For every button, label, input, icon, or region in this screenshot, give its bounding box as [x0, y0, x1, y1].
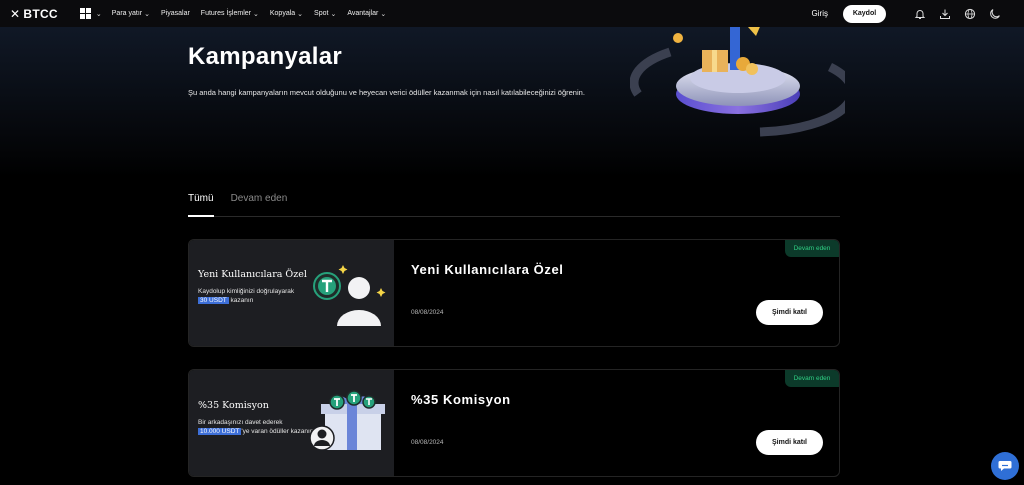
menu-item-benefits[interactable]: Avantajlar ⌄	[347, 10, 386, 18]
campaign-thumbnail: Yeni Kullanıcılara Özel Kaydolup kimliği…	[189, 240, 394, 346]
campaign-card[interactable]: Yeni Kullanıcılara Özel Kaydolup kimliği…	[188, 239, 840, 347]
tab-ongoing[interactable]: Devam eden	[231, 193, 288, 217]
apps-menu-button[interactable]: ⌄	[79, 8, 102, 19]
page-subtitle: Şu anda hangi kampanyaların mevcut olduğ…	[188, 88, 585, 97]
grid-icon	[79, 8, 91, 19]
download-icon[interactable]	[939, 8, 951, 20]
hero-podium-illustration	[630, 22, 845, 137]
main-menu: Para yatır ⌄ Piyasalar Futures İşlemler ⌄ …	[112, 10, 397, 18]
status-badge: Devam eden	[785, 370, 839, 387]
btcc-logo[interactable]: ✕ BTCC	[10, 7, 58, 21]
campaign-title: %35 Komisyon	[411, 392, 511, 407]
gift-box-illustration	[309, 390, 385, 451]
campaign-date: 08/08/2024	[411, 309, 444, 316]
thumb-description: Bir arkadaşınızı davet ederek 10.000 USD…	[198, 419, 314, 435]
campaign-tabs: Tümü Devam eden	[188, 193, 840, 217]
bell-icon[interactable]	[914, 8, 926, 20]
menu-item-futures[interactable]: Futures İşlemler ⌄	[201, 10, 259, 18]
chevron-down-icon: ⌄	[297, 10, 304, 18]
chevron-down-icon: ⌄	[330, 10, 337, 18]
nav-actions: Giriş Kaydol	[812, 4, 1014, 23]
btcc-x-icon: ✕	[10, 6, 21, 21]
tab-all[interactable]: Tümü	[188, 193, 214, 217]
signup-button[interactable]: Kaydol	[843, 4, 886, 23]
campaign-card[interactable]: %35 Komisyon Bir arkadaşınızı davet eder…	[188, 369, 840, 477]
status-badge: Devam eden	[785, 240, 839, 257]
top-navbar: ✕ BTCC ⌄ Para yatır ⌄ Piyasalar Futures İ…	[0, 0, 1024, 27]
brand-name: BTCC	[23, 6, 58, 21]
chevron-down-icon: ⌄	[380, 10, 387, 18]
menu-item-spot[interactable]: Spot ⌄	[314, 10, 336, 18]
thumb-title: %35 Komisyon	[198, 400, 269, 411]
menu-item-deposit[interactable]: Para yatır ⌄	[112, 10, 150, 18]
chevron-down-icon: ⌄	[95, 10, 102, 18]
new-user-illustration	[313, 265, 386, 326]
moon-icon[interactable]	[989, 8, 1001, 20]
login-link[interactable]: Giriş	[812, 9, 828, 18]
page-title: Kampanyalar	[188, 43, 343, 70]
reward-highlight: 10.000 USDT	[198, 428, 242, 435]
globe-icon[interactable]	[964, 8, 976, 20]
thumb-title: Yeni Kullanıcılara Özel	[198, 269, 307, 280]
campaign-thumbnail: %35 Komisyon Bir arkadaşınızı davet eder…	[189, 370, 394, 476]
menu-item-copy[interactable]: Kopyala ⌄	[270, 10, 303, 18]
campaign-date: 08/08/2024	[411, 439, 444, 446]
reward-highlight: 30 USDT	[198, 297, 229, 304]
campaign-title: Yeni Kullanıcılara Özel	[411, 262, 564, 277]
thumb-description: Kaydolup kimliğinizi doğrulayarak 30 USD…	[198, 288, 295, 304]
menu-item-markets[interactable]: Piyasalar	[161, 10, 190, 17]
hero-banner: Kampanyalar Şu anda hangi kampanyaların …	[0, 22, 1024, 177]
chevron-down-icon: ⌄	[252, 10, 259, 18]
join-now-button[interactable]: Şimdi katıl	[756, 430, 823, 455]
chat-icon	[998, 461, 1012, 471]
chevron-down-icon: ⌄	[144, 10, 150, 18]
join-now-button[interactable]: Şimdi katıl	[756, 300, 823, 325]
support-chat-button[interactable]	[991, 452, 1019, 480]
